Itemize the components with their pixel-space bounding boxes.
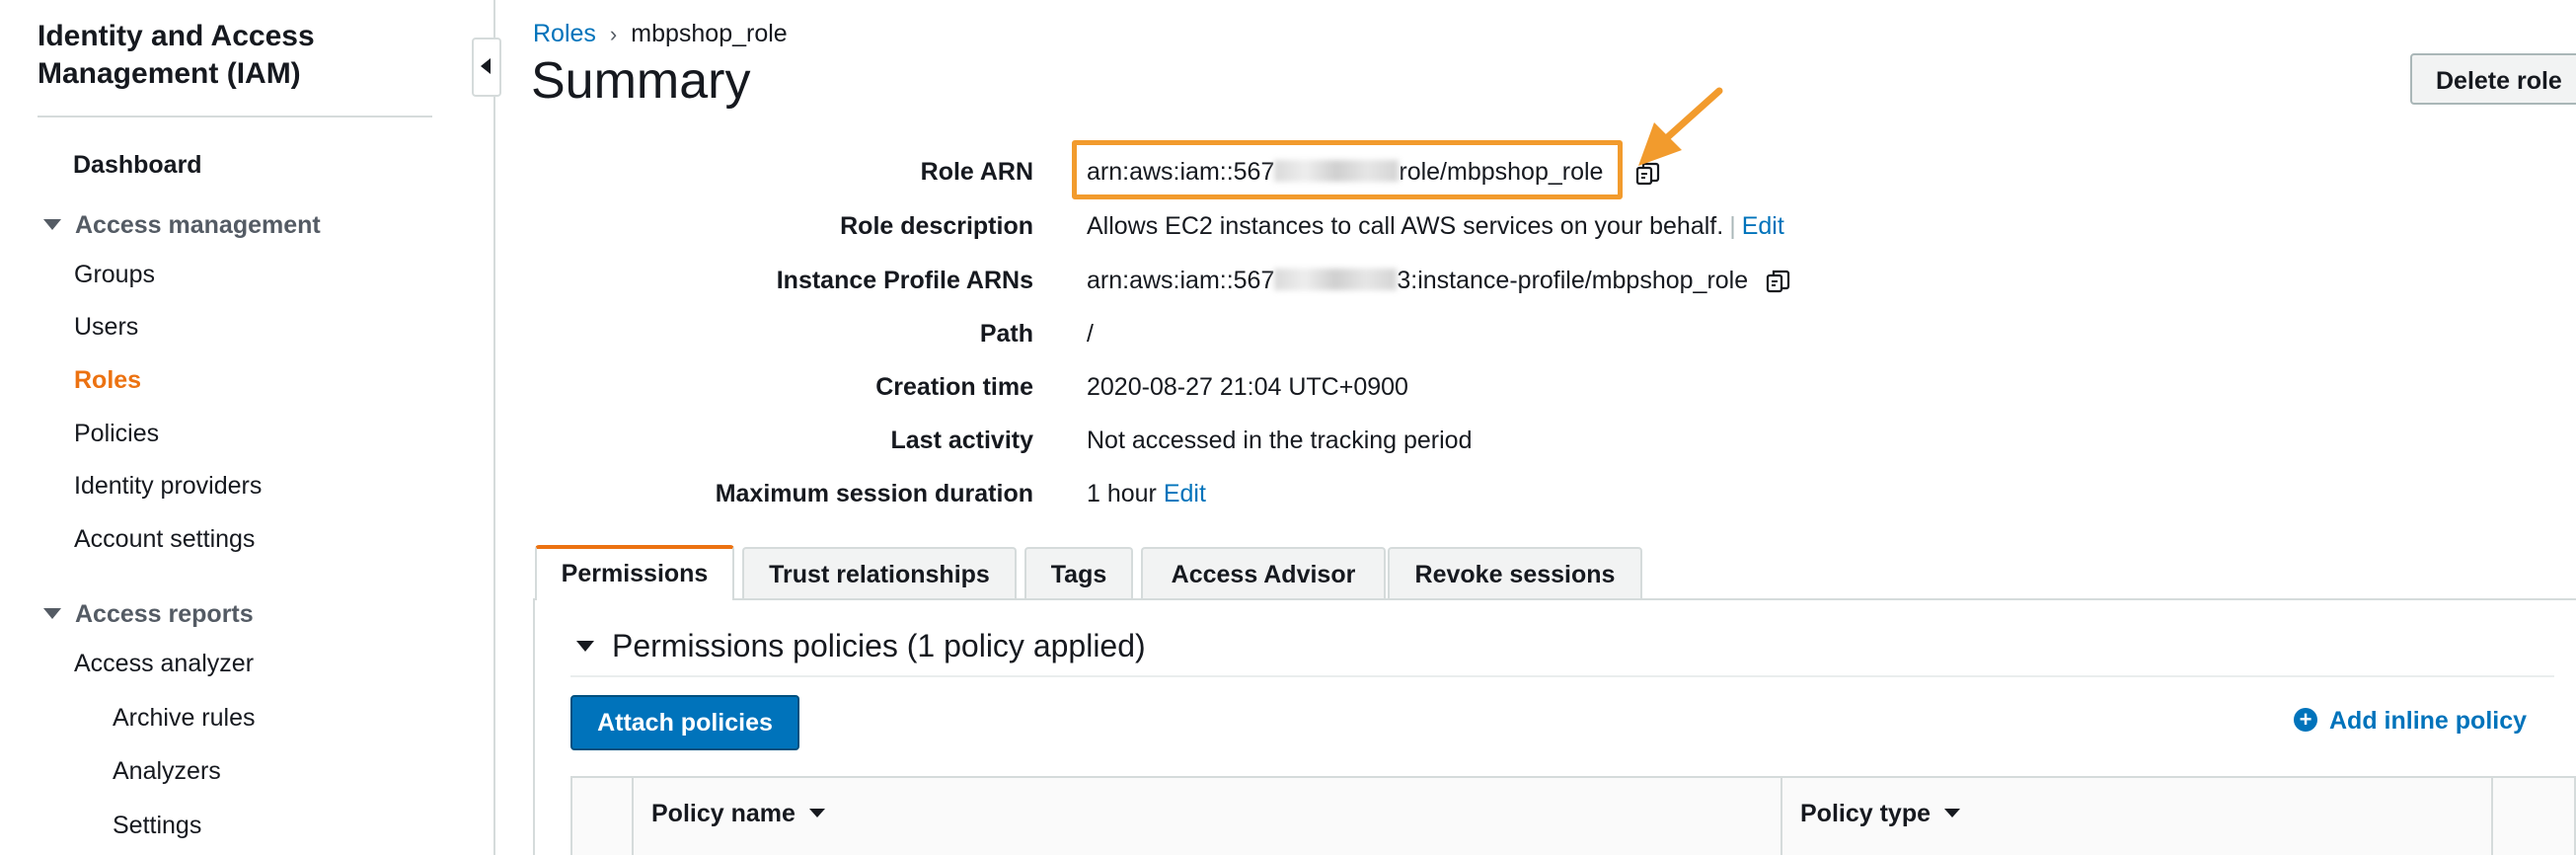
instance-profile-label: Instance Profile ARNs [776,267,1033,294]
separator: | [1729,212,1736,240]
sidebar-item-analyzers[interactable]: Analyzers [113,757,221,786]
sidebar-item-identity-providers[interactable]: Identity providers [74,472,262,501]
sidebar-item-groups[interactable]: Groups [74,261,155,289]
path-label: Path [979,320,1033,348]
creation-time-label: Creation time [875,373,1033,401]
permissions-policies-title: Permissions policies (1 policy applied) [612,628,1146,663]
collapse-sidebar-button[interactable] [472,38,501,97]
column-header: Policy name [651,800,796,827]
role-description-label: Role description [840,212,1033,240]
tab-permissions[interactable]: Permissions [535,545,734,600]
tab-content-border [533,598,535,855]
redacted-account-id [1274,269,1398,291]
sidebar-title[interactable]: Identity and Access Management (IAM) [38,18,315,93]
sidebar-item-access-analyzer[interactable]: Access analyzer [74,650,254,678]
last-activity-value: Not accessed in the tracking period [1087,427,1473,454]
table-header-policy-name-cell: Policy name [634,778,1782,855]
role-description-value: Allows EC2 instances to call AWS service… [1087,212,1784,241]
instance-profile-prefix: arn:aws:iam::567 [1087,267,1275,294]
plus-circle-icon: + [2294,708,2317,733]
sidebar-item-policies[interactable]: Policies [74,420,159,448]
page-title: Summary [531,52,751,110]
permissions-policies-header[interactable]: Permissions policies (1 policy applied) [576,628,1146,664]
caret-down-icon [43,607,61,619]
column-header: Policy type [1800,800,1931,827]
sidebar-section-label: Access reports [75,600,254,628]
tab-access-advisor[interactable]: Access Advisor [1141,547,1386,598]
sidebar-section-access-reports[interactable]: Access reports [43,600,254,629]
role-arn-label: Role ARN [920,158,1033,186]
instance-profile-suffix: 3:instance-profile/mbpshop_role [1397,267,1749,294]
caret-down-icon [808,808,825,817]
annotation-highlight-box [1072,140,1623,199]
sidebar-section-access-management[interactable]: Access management [43,211,321,240]
delete-role-button[interactable]: Delete role [2410,53,2576,105]
sidebar-item-settings[interactable]: Settings [113,812,201,840]
caret-down-icon [576,641,594,653]
breadcrumb-roles-link[interactable]: Roles [533,20,596,47]
instance-profile-value: arn:aws:iam::567 3:instance-profile/mbpsh… [1087,267,1748,295]
tab-trust-relationships[interactable]: Trust relationships [742,547,1017,598]
max-session-value: 1 hour Edit [1087,480,1206,508]
collapse-sidebar-icon [481,58,491,74]
tab-revoke-sessions[interactable]: Revoke sessions [1388,547,1642,598]
sidebar-item-archive-rules[interactable]: Archive rules [113,704,256,733]
last-activity-label: Last activity [890,427,1033,454]
sort-policy-name[interactable]: Policy name [651,800,825,828]
role-description-text: Allows EC2 instances to call AWS service… [1087,212,1724,240]
tab-tags[interactable]: Tags [1024,547,1133,598]
sidebar-item-dashboard[interactable]: Dashboard [73,151,202,180]
sidebar: Identity and Access Management (IAM) Das… [0,0,495,855]
sidebar-section-label: Access management [75,211,321,239]
creation-time-value: 2020-08-27 21:04 UTC+0900 [1087,373,1408,401]
sidebar-title-line1: Identity and Access [38,20,315,52]
edit-session-duration-link[interactable]: Edit [1164,480,1206,507]
edit-description-link[interactable]: Edit [1742,212,1784,240]
chevron-right-icon: › [609,22,618,46]
table-header-select [572,778,634,855]
breadcrumb: Roles › mbpshop_role [533,20,788,48]
add-inline-policy-label: Add inline policy [2329,707,2528,735]
caret-down-icon [1944,808,1960,817]
sidebar-item-users[interactable]: Users [74,313,138,342]
sidebar-divider [38,116,432,117]
copy-icon[interactable] [1765,268,1792,295]
policies-table-header: Policy name Policy type [570,776,2576,855]
sidebar-item-account-settings[interactable]: Account settings [74,525,255,554]
caret-down-icon [43,218,61,230]
max-session-text: 1 hour [1087,480,1157,507]
path-value: / [1087,320,1094,348]
attach-policies-button[interactable]: Attach policies [570,695,799,750]
table-header-policy-type-cell: Policy type [1782,778,2493,855]
sort-policy-type[interactable]: Policy type [1800,800,1960,828]
annotation-arrow [1638,87,1723,166]
sidebar-title-line2: Management (IAM) [38,57,301,90]
sidebar-item-roles[interactable]: Roles [74,366,141,395]
breadcrumb-current: mbpshop_role [631,20,788,47]
max-session-label: Maximum session duration [715,480,1033,507]
add-inline-policy-link[interactable]: + Add inline policy [2294,707,2527,736]
section-divider [570,675,2554,677]
